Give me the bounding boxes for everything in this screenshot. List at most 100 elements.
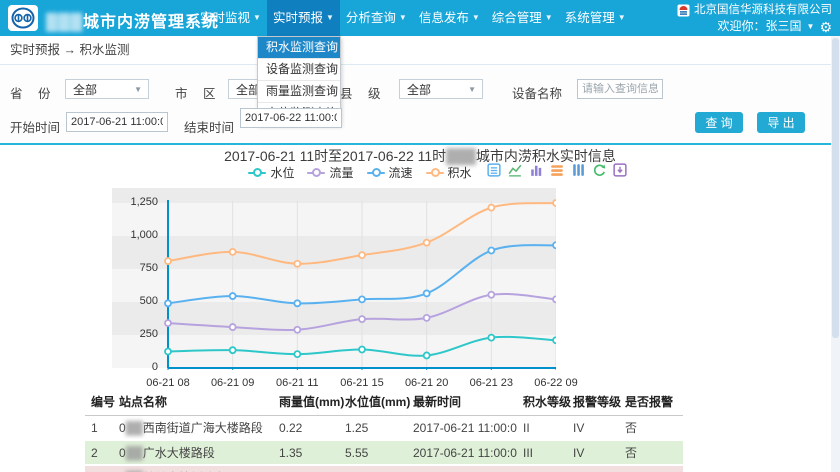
cell-station-name: 0██西南街道广海大楼路段 <box>113 416 273 441</box>
refresh-icon[interactable] <box>591 162 607 183</box>
device-name-label: 设备名称 <box>512 83 562 102</box>
data-point[interactable] <box>165 349 171 355</box>
tiled-icon[interactable] <box>570 162 586 183</box>
data-point[interactable] <box>165 300 171 306</box>
data-point[interactable] <box>424 290 430 296</box>
station-table: 编号站点名称雨量值(mm)水位值(mm)最新时间积水等级报警等级是否报警 10█… <box>85 389 683 472</box>
data-point[interactable] <box>294 327 300 333</box>
data-point[interactable] <box>424 352 430 358</box>
table-header-row: 编号站点名称雨量值(mm)水位值(mm)最新时间积水等级报警等级是否报警 <box>85 389 683 416</box>
app-logo-icon <box>8 5 38 31</box>
cell-id: 1 <box>85 416 113 441</box>
table-header-cell: 雨量值(mm) <box>273 389 339 416</box>
nav-item[interactable]: 系统管理▼ <box>559 0 632 36</box>
data-view-icon[interactable] <box>486 162 502 183</box>
cell-station-name: 0██广水大楼路段 <box>113 440 273 465</box>
legend-item[interactable]: 流速 <box>367 164 413 181</box>
nav-item[interactable]: 实时预报▼ <box>267 0 340 36</box>
breadcrumb: 实时预报 → 积水监测 <box>0 36 832 65</box>
line-chart-icon[interactable] <box>507 162 523 183</box>
chart-canvas[interactable] <box>112 188 556 370</box>
data-point[interactable] <box>488 335 494 341</box>
dropdown-item[interactable]: 积水监测查询 <box>258 37 340 59</box>
header-right: 北京国信华源科技有限公司 欢迎你：张三国 ▼ ⚙ <box>677 2 832 35</box>
legend-label: 积水 <box>448 164 472 181</box>
legend-item[interactable]: 流量 <box>307 164 353 181</box>
data-point[interactable] <box>294 300 300 306</box>
export-button[interactable]: 导 出 <box>757 112 805 133</box>
table-header-cell: 最新时间 <box>407 389 517 416</box>
data-point[interactable] <box>230 249 236 255</box>
data-point[interactable] <box>359 252 365 258</box>
nav-item-label: 分析查询 <box>346 11 396 25</box>
data-point[interactable] <box>359 347 365 353</box>
x-axis-tick-label: 06-21 15 <box>330 377 394 389</box>
company-name: 北京国信华源科技有限公司 <box>694 2 832 18</box>
settings-gear-icon[interactable]: ⚙ <box>819 20 832 34</box>
county-select[interactable]: 全部▼ <box>399 79 483 99</box>
welcome-user[interactable]: 欢迎你：张三国 <box>718 18 802 35</box>
data-point[interactable] <box>488 292 494 298</box>
cell-water-value: 1.25 <box>339 416 407 441</box>
legend-item[interactable]: 水位 <box>248 164 294 181</box>
data-point[interactable] <box>424 240 430 246</box>
data-point[interactable] <box>165 258 171 264</box>
chevron-down-icon: ▼ <box>253 13 261 22</box>
nav-item[interactable]: 实时监视▼ <box>194 0 267 36</box>
scrollbar-thumb[interactable] <box>832 38 839 338</box>
nav-item[interactable]: 综合管理▼ <box>486 0 559 36</box>
table-header-cell: 水位值(mm) <box>339 389 407 416</box>
data-point[interactable] <box>230 293 236 299</box>
data-point[interactable] <box>294 351 300 357</box>
data-point[interactable] <box>165 320 171 326</box>
bar-chart-icon[interactable] <box>528 162 544 183</box>
x-axis-tick-label: 06-21 20 <box>395 377 459 389</box>
cell-id: 2 <box>85 440 113 465</box>
city-label: 市 区 <box>175 83 215 102</box>
dropdown-item[interactable]: 雨量监测查询 <box>258 81 340 103</box>
end-time-input[interactable] <box>240 108 342 128</box>
dropdown-item[interactable]: 设备监测查询 <box>258 59 340 81</box>
data-point[interactable] <box>230 324 236 330</box>
data-point[interactable] <box>359 316 365 322</box>
table-row: 10██西南街道广海大楼路段0.221.252017-06-21 11:00:0… <box>85 416 683 441</box>
scrollbar-track[interactable] <box>831 36 840 472</box>
cell-alarm-level: III <box>567 465 619 472</box>
device-name-input[interactable] <box>577 79 663 99</box>
data-point[interactable] <box>359 296 365 302</box>
data-point[interactable] <box>488 205 494 211</box>
censored-text: ██ <box>126 422 143 434</box>
data-point[interactable] <box>553 200 556 206</box>
cell-is-alarm: 否 <box>619 440 683 465</box>
data-point[interactable] <box>488 248 494 254</box>
cell-station-name: 0██美兰大楼侧路段 <box>113 465 273 472</box>
data-point[interactable] <box>230 347 236 353</box>
censored-text: ███ <box>446 149 476 163</box>
chevron-down-icon: ▼ <box>399 13 407 22</box>
nav-item-label: 综合管理 <box>492 11 542 25</box>
data-point[interactable] <box>424 315 430 321</box>
legend-label: 流速 <box>389 164 413 181</box>
data-point[interactable] <box>553 242 556 248</box>
legend-item[interactable]: 积水 <box>426 164 472 181</box>
chevron-down-icon: ▼ <box>472 13 480 22</box>
province-select[interactable]: 全部▼ <box>65 79 149 99</box>
save-image-icon[interactable] <box>612 162 628 183</box>
nav-item[interactable]: 信息发布▼ <box>413 0 486 36</box>
query-button[interactable]: 查 询 <box>695 112 743 133</box>
user-menu-caret-icon[interactable]: ▼ <box>807 18 815 35</box>
filter-panel: 省 份 全部▼ 市 区 全部▼ 县 级 全部▼ 设备名称 开始时间 结束时间 查… <box>0 66 832 145</box>
data-point[interactable] <box>553 296 556 302</box>
censored-text: ██ <box>126 447 143 459</box>
table-header-cell: 报警等级 <box>567 389 619 416</box>
legend-marker-icon <box>248 168 266 177</box>
data-point[interactable] <box>553 337 556 343</box>
start-time-label: 开始时间 <box>10 117 60 136</box>
app-window: ███城市内涝管理系统 实时监视▼实时预报▼分析查询▼信息发布▼综合管理▼系统管… <box>0 0 840 472</box>
chevron-down-icon: ▼ <box>326 13 334 22</box>
stack-icon[interactable] <box>549 162 565 183</box>
data-point[interactable] <box>294 261 300 267</box>
start-time-input[interactable] <box>66 112 168 132</box>
cell-flood-level: III <box>517 440 567 465</box>
nav-item[interactable]: 分析查询▼ <box>340 0 413 36</box>
